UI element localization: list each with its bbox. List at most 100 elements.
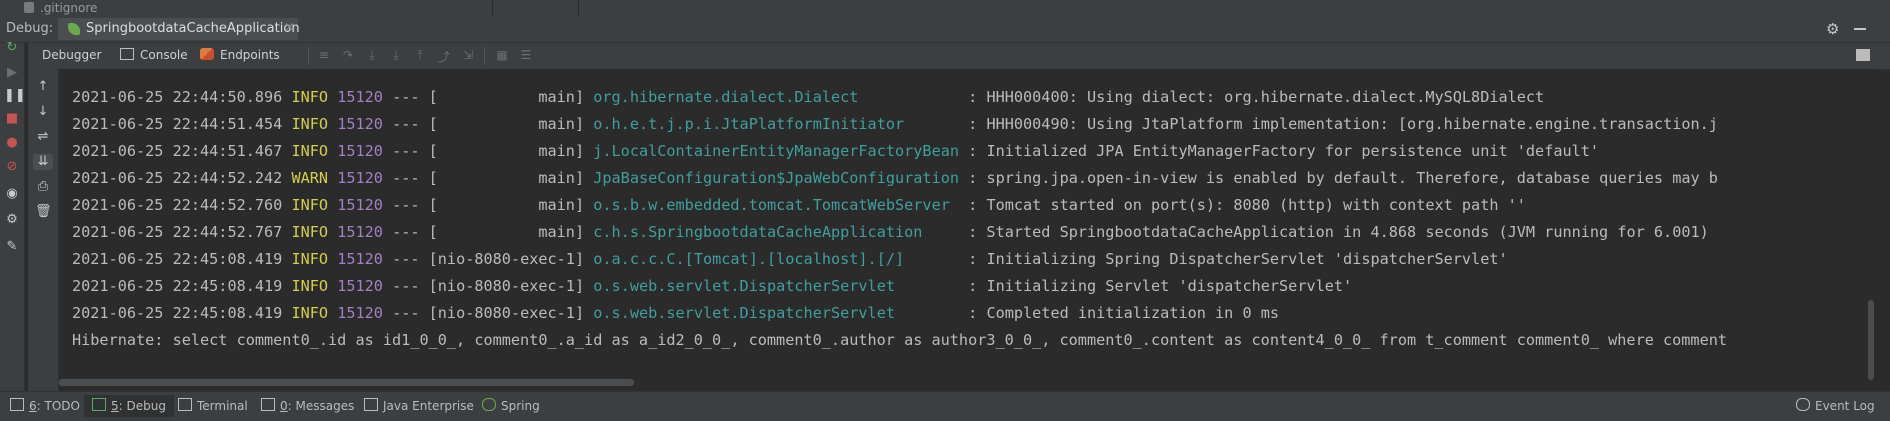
trash-icon[interactable]: 🗑 [35, 204, 52, 220]
step-into-icon[interactable]: ⤓ [364, 48, 380, 62]
file-icon [24, 2, 34, 13]
log-line: 2021-06-25 22:44:52.242 WARN 15120 --- [… [72, 169, 1718, 187]
event-log-label: Event Log [1815, 399, 1875, 413]
log-logger: o.h.e.t.j.p.i.JtaPlatformInitiator [593, 115, 905, 133]
java-enterprise-tool-button[interactable]: Java Enterprise [364, 398, 474, 413]
log-timestamp: 2021-06-25 22:44:50.896 [72, 88, 283, 106]
restore-layout-icon[interactable] [1856, 49, 1870, 61]
pause-icon[interactable]: ❚❚ [4, 88, 26, 104]
log-level: INFO [291, 142, 329, 160]
log-pid: 15120 [337, 88, 383, 106]
drop-frame-icon[interactable]: ⤴ [436, 48, 452, 64]
log-line: 2021-06-25 22:45:08.419 INFO 15120 --- [… [72, 277, 1353, 295]
tab-endpoints[interactable]: Endpoints [200, 48, 280, 62]
log-level: INFO [291, 88, 329, 106]
messages-tool-button[interactable]: 0: Messages [261, 398, 354, 413]
log-thread: [nio-8080-exec-1] [428, 304, 585, 322]
event-log-button[interactable]: Event Log [1796, 398, 1875, 413]
log-pid: 15120 [337, 223, 383, 241]
log-thread: [nio-8080-exec-1] [428, 277, 585, 295]
log-message: : HHH000490: Using JtaPlatform implement… [968, 115, 1718, 133]
log-pid: 15120 [337, 250, 383, 268]
hibernate-sql-line: Hibernate: select comment0_.id as id1_0_… [72, 331, 1727, 349]
resume-icon[interactable]: ▶ [4, 65, 20, 81]
divider [578, 0, 579, 16]
soft-wrap-icon[interactable]: ⇌ [35, 129, 51, 145]
mute-breakpoints-icon[interactable]: ⊘ [4, 159, 20, 175]
log-logger: c.h.s.SpringbootdataCacheApplication [593, 223, 923, 241]
show-execution-point-icon[interactable]: ≡ [316, 48, 332, 62]
log-level: INFO [291, 304, 329, 322]
spring-tool-button[interactable]: Spring [482, 398, 540, 413]
view-breakpoints-icon[interactable]: ● [4, 135, 20, 151]
log-timestamp: 2021-06-25 22:44:52.767 [72, 223, 283, 241]
log-thread: [ main] [428, 115, 585, 133]
log-message: : Initializing Spring DispatcherServlet … [968, 250, 1508, 268]
evaluate-expression-icon[interactable]: ▦ [494, 48, 510, 62]
spring-leaf-icon [68, 23, 80, 35]
step-over-icon[interactable]: ↷ [340, 48, 356, 62]
run-config-tab[interactable]: SpringbootdataCacheApplication × [58, 18, 300, 40]
run-config-name: SpringbootdataCacheApplication [86, 21, 300, 36]
step-out-icon[interactable]: ⤒ [412, 48, 428, 62]
gear-icon[interactable]: ⚙ [1826, 20, 1839, 38]
log-timestamp: 2021-06-25 22:45:08.419 [72, 304, 283, 322]
log-level: INFO [291, 223, 329, 241]
log-pid: 15120 [337, 115, 383, 133]
print-icon[interactable]: ⎙ [35, 179, 51, 195]
messages-label: : Messages [287, 399, 355, 413]
console-output[interactable]: 2021-06-25 22:44:50.896 INFO 15120 --- [… [59, 69, 1876, 391]
divider [308, 47, 309, 65]
log-logger: o.s.web.servlet.DispatcherServlet [593, 304, 895, 322]
minimize-icon[interactable] [1854, 28, 1866, 30]
camera-icon[interactable]: ◉ [4, 186, 20, 202]
log-message: : Initializing Servlet 'dispatcherServle… [968, 277, 1353, 295]
up-arrow-icon[interactable]: ↑ [35, 79, 51, 95]
list-icon [10, 398, 24, 411]
tab-debugger[interactable]: Debugger [42, 48, 101, 62]
log-timestamp: 2021-06-25 22:44:52.760 [72, 196, 283, 214]
log-line: 2021-06-25 22:44:51.454 INFO 15120 --- [… [72, 115, 1718, 133]
log-lines: 2021-06-25 22:44:50.896 INFO 15120 --- [… [72, 69, 1727, 354]
force-step-into-icon[interactable]: ⤓ [388, 48, 404, 62]
debug-label: Debug: [6, 21, 54, 36]
vertical-scrollbar[interactable] [1868, 300, 1874, 380]
console-icon [120, 48, 134, 60]
messages-icon [261, 398, 275, 411]
endpoints-icon [200, 48, 214, 60]
tab-console[interactable]: Console [120, 48, 188, 62]
tool-window-bar: 6: TODO 5: Debug Terminal 0: Messages Ja… [0, 391, 1890, 421]
console-actions-strip: ↑ ↓ ⇌ ⇊ ⎙ 🗑 [28, 69, 59, 391]
horizontal-scrollbar[interactable] [59, 379, 634, 386]
log-level: WARN [291, 169, 329, 187]
log-level: INFO [291, 115, 329, 133]
stop-icon[interactable]: ■ [4, 111, 20, 127]
debug-subtoolbar: Debugger Console Endpoints ≡ ↷ ⤓ ⤓ ⤒ ⤴ ⇲… [28, 43, 1890, 70]
log-line-clipped [72, 69, 1727, 84]
debug-tool-button[interactable]: 5: Debug [84, 395, 174, 417]
pin-icon[interactable]: ✎ [4, 239, 20, 255]
log-pid: 15120 [337, 142, 383, 160]
log-line: 2021-06-25 22:44:50.896 INFO 15120 --- [… [72, 88, 1545, 106]
terminal-tool-button[interactable]: Terminal [178, 398, 248, 413]
java-enterprise-icon [364, 398, 378, 411]
scroll-to-end-icon[interactable]: ⇊ [33, 154, 53, 170]
down-arrow-icon[interactable]: ↓ [35, 104, 51, 120]
log-message: : Started SpringbootdataCacheApplication… [968, 223, 1709, 241]
run-to-cursor-icon[interactable]: ⇲ [460, 48, 476, 62]
close-tab-icon[interactable]: × [284, 20, 295, 35]
log-timestamp: 2021-06-25 22:44:52.242 [72, 169, 283, 187]
settings-icon[interactable]: ⚙ [4, 212, 20, 228]
log-thread: [ main] [428, 169, 585, 187]
log-pid: 15120 [337, 169, 383, 187]
log-thread: [ main] [428, 196, 585, 214]
rerun-icon[interactable]: ↻ [4, 40, 20, 56]
log-level: INFO [291, 196, 329, 214]
log-thread: [ main] [428, 223, 585, 241]
log-timestamp: 2021-06-25 22:44:51.467 [72, 142, 283, 160]
log-logger: j.LocalContainerEntityManagerFactoryBean [593, 142, 959, 160]
gitignore-file[interactable]: .gitignore [40, 0, 97, 16]
bug-icon [92, 398, 106, 411]
trace-icon[interactable]: ☰ [518, 48, 534, 62]
todo-tool-button[interactable]: 6: TODO [10, 398, 80, 413]
